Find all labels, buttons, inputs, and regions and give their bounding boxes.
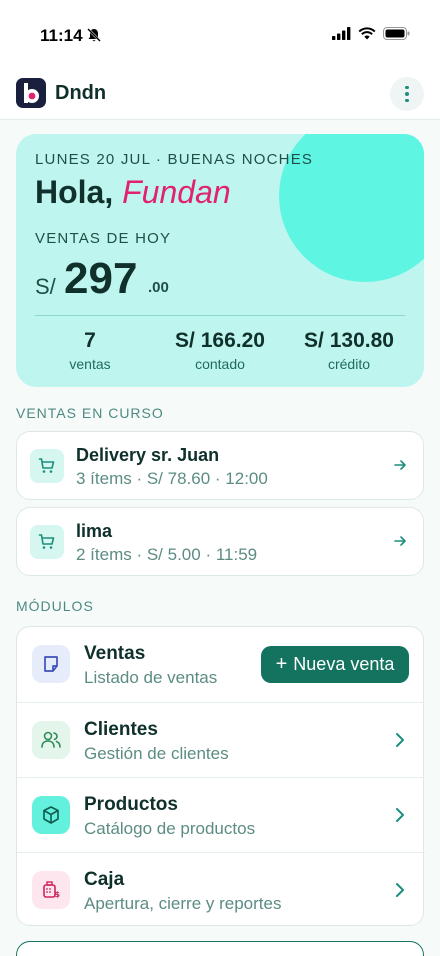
sale-details: 2 ítems · S/ 5.00 · 11:59: [76, 545, 258, 564]
sale-name: lima: [76, 521, 113, 541]
stat-value: S/ 130.80: [304, 329, 394, 352]
app-header: Dndn: [0, 70, 440, 120]
module-name: Caja: [84, 869, 125, 890]
cart-icon: [30, 525, 64, 559]
module-description: Apertura, cierre y reportes: [84, 894, 282, 913]
signal-icon: [332, 27, 351, 40]
module-description: Gestión de clientes: [84, 744, 229, 763]
sale-details: 3 ítems · S/ 78.60 · 12:00: [76, 469, 268, 488]
menu-dot: [405, 98, 409, 103]
module-clientes[interactable]: Clientes Gestión de clientes: [17, 702, 425, 777]
date-greeting-line: LUNES 20 JUL · BUENAS NOCHES: [35, 151, 314, 168]
bell-muted-icon: [87, 28, 101, 42]
greeting-text: Hola,: [35, 174, 114, 210]
stat-value: 7: [84, 329, 96, 352]
logo-b-icon: [24, 83, 39, 103]
more-vertical-icon: [405, 85, 409, 90]
stat-value: S/ 166.20: [175, 329, 265, 352]
stat-sales-count: 7 ventas: [35, 329, 145, 372]
divider: [35, 315, 405, 316]
more-options-button[interactable]: [390, 77, 424, 111]
module-caja[interactable]: $ Caja Apertura, cierre y reportes: [17, 852, 425, 927]
module-name: Productos: [84, 794, 178, 815]
stat-credit: S/ 130.80 crédito: [291, 329, 407, 372]
bottom-action-button[interactable]: [16, 941, 424, 956]
box-icon: [32, 796, 70, 834]
plus-icon: +: [275, 653, 288, 675]
sales-today-label: VENTAS DE HOY: [35, 230, 172, 247]
section-title-in-progress: VENTAS EN CURSO: [16, 405, 164, 421]
chevron-right-icon: [396, 733, 404, 747]
module-name: Clientes: [84, 719, 158, 740]
chevron-right-icon: [396, 808, 404, 822]
stat-label: contado: [195, 356, 245, 372]
cash-register-icon: $: [32, 871, 70, 909]
module-description: Listado de ventas: [84, 668, 218, 687]
stat-cash: S/ 166.20 contado: [162, 329, 278, 372]
stat-label: ventas: [69, 356, 111, 372]
arrow-right-icon: [394, 460, 406, 470]
battery-icon: [383, 27, 410, 40]
app-logo: [16, 78, 46, 108]
cart-icon: [30, 449, 64, 483]
status-icons: [332, 27, 410, 40]
today-summary-card: LUNES 20 JUL · BUENAS NOCHES Hola, Funda…: [16, 134, 424, 387]
status-bar: 11:14: [0, 0, 440, 70]
new-sale-label: Nueva venta: [293, 654, 395, 674]
sales-amount: 297: [64, 254, 138, 303]
user-name: Fundan: [122, 174, 231, 210]
greeting: Hola, Fundan: [35, 174, 231, 211]
arrow-right-icon: [394, 536, 406, 546]
app-title: Dndn: [55, 82, 107, 104]
new-sale-button[interactable]: + Nueva venta: [261, 646, 409, 683]
wifi-icon: [358, 27, 376, 40]
users-icon: [32, 721, 70, 759]
module-productos[interactable]: Productos Catálogo de productos: [17, 777, 425, 852]
in-progress-sale-item[interactable]: Delivery sr. Juan 3 ítems · S/ 78.60 · 1…: [16, 431, 424, 500]
module-name: Ventas: [84, 643, 146, 664]
menu-dot: [405, 92, 409, 96]
in-progress-sale-item[interactable]: lima 2 ítems · S/ 5.00 · 11:59: [16, 507, 424, 576]
module-ventas[interactable]: Ventas Listado de ventas + Nueva venta: [17, 627, 425, 702]
status-time: 11:14: [40, 26, 83, 45]
chevron-right-icon: [396, 883, 404, 897]
sales-amount-cents: .00: [148, 279, 169, 296]
sale-name: Delivery sr. Juan: [76, 445, 220, 465]
sticky-note-icon: [32, 645, 70, 683]
module-description: Catálogo de productos: [84, 819, 256, 838]
modules-list: Ventas Listado de ventas + Nueva venta C…: [16, 626, 425, 927]
stat-label: crédito: [327, 356, 371, 372]
section-title-modules: MÓDULOS: [16, 598, 94, 614]
svg-text:$: $: [55, 890, 61, 899]
currency-symbol: S/: [35, 274, 56, 299]
